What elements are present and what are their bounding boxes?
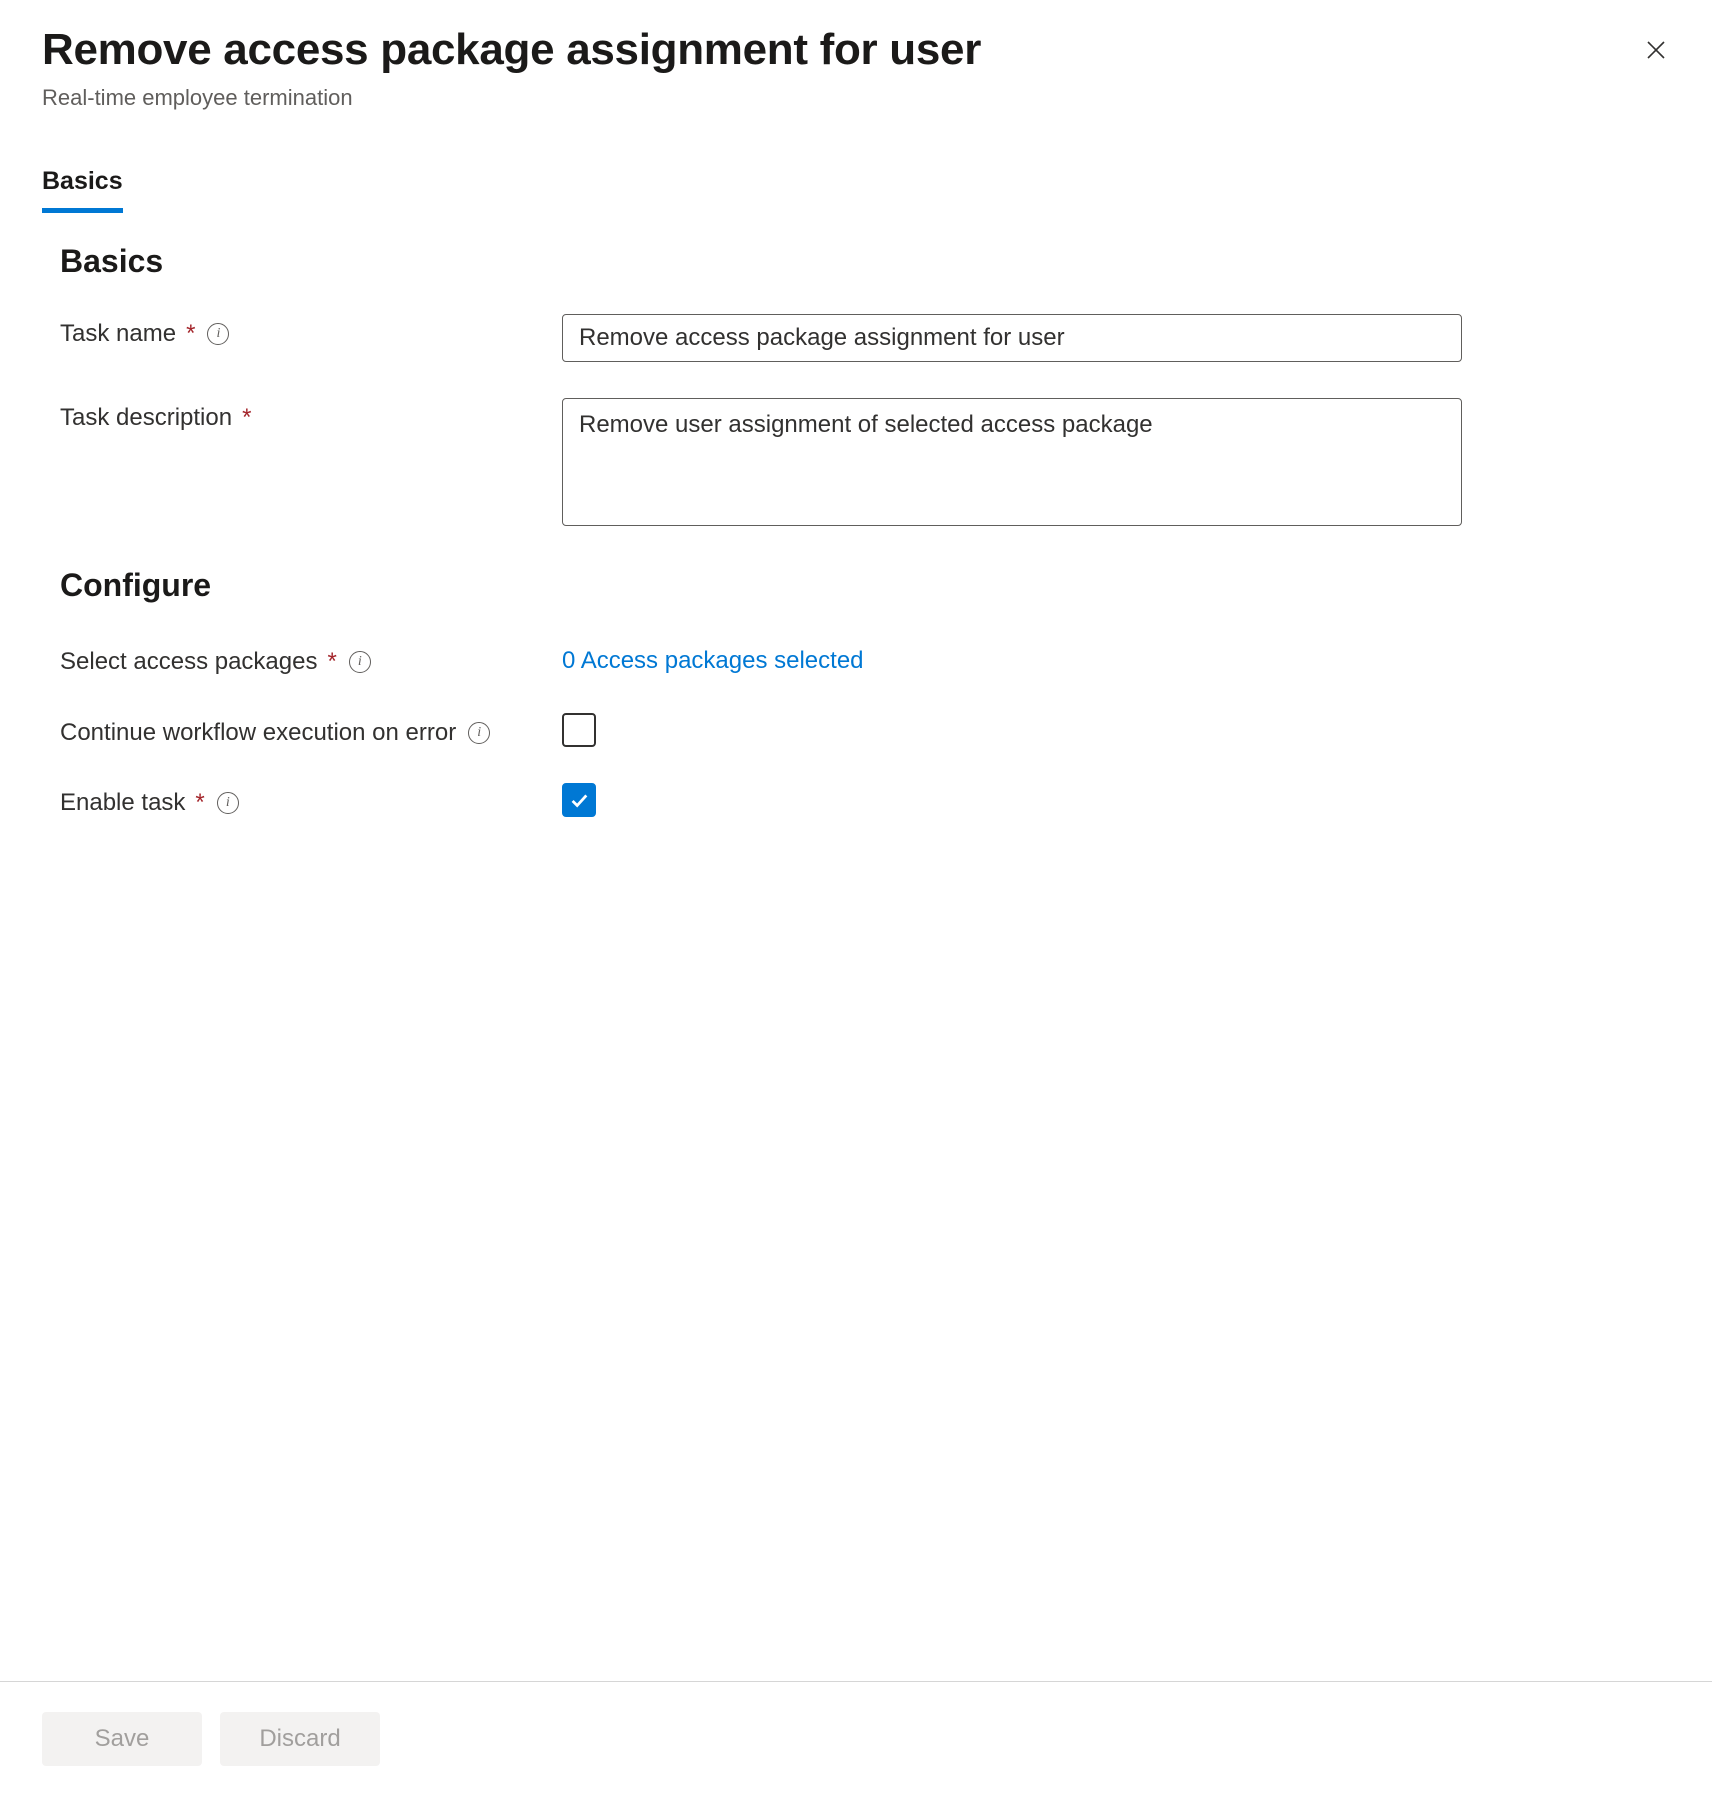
enable-task-label-text: Enable task	[60, 789, 185, 817]
enable-task-checkbox[interactable]	[562, 783, 596, 817]
task-description-label: Task description *	[60, 398, 562, 432]
select-access-packages-label-text: Select access packages	[60, 648, 317, 676]
info-icon[interactable]: i	[468, 722, 490, 744]
continue-on-error-control	[562, 713, 1462, 747]
field-row-select-access-packages: Select access packages * i 0 Access pack…	[60, 642, 1670, 678]
panel-header: Remove access package assignment for use…	[42, 24, 1670, 111]
task-name-input[interactable]	[562, 314, 1462, 362]
field-row-task-name: Task name * i	[60, 314, 1670, 362]
task-panel: Remove access package assignment for use…	[0, 0, 1712, 1808]
required-mark: *	[186, 320, 195, 348]
tab-basics[interactable]: Basics	[42, 167, 123, 213]
task-description-control: Remove user assignment of selected acces…	[562, 398, 1462, 531]
section-heading-basics: Basics	[60, 243, 1670, 280]
continue-on-error-label: Continue workflow execution on error i	[60, 713, 562, 747]
required-mark: *	[195, 789, 204, 817]
required-mark: *	[242, 404, 251, 432]
task-name-label: Task name * i	[60, 314, 562, 348]
field-row-task-description: Task description * Remove user assignmen…	[60, 398, 1670, 531]
save-button[interactable]: Save	[42, 1712, 202, 1766]
page-subtitle: Real-time employee termination	[42, 85, 981, 111]
task-description-label-text: Task description	[60, 404, 232, 432]
form-content: Basics Task name * i Task description * …	[42, 213, 1670, 1808]
page-title: Remove access package assignment for use…	[42, 24, 981, 77]
close-button[interactable]	[1636, 30, 1676, 70]
enable-task-control	[562, 783, 1462, 817]
tabs: Basics	[42, 167, 1670, 213]
select-access-packages-control: 0 Access packages selected	[562, 642, 1462, 678]
header-text-block: Remove access package assignment for use…	[42, 24, 981, 111]
continue-on-error-checkbox[interactable]	[562, 713, 596, 747]
task-name-control	[562, 314, 1462, 362]
info-icon[interactable]: i	[207, 323, 229, 345]
checkmark-icon	[568, 789, 590, 811]
info-icon[interactable]: i	[217, 792, 239, 814]
required-mark: *	[327, 648, 336, 676]
panel-footer: Save Discard	[0, 1681, 1712, 1808]
info-icon[interactable]: i	[349, 651, 371, 673]
task-name-label-text: Task name	[60, 320, 176, 348]
field-row-enable-task: Enable task * i	[60, 783, 1670, 817]
discard-button[interactable]: Discard	[220, 1712, 380, 1766]
close-icon	[1644, 38, 1668, 62]
enable-task-label: Enable task * i	[60, 783, 562, 817]
access-packages-selected-link[interactable]: 0 Access packages selected	[562, 642, 864, 678]
section-heading-configure: Configure	[60, 567, 1670, 604]
task-description-textarea[interactable]: Remove user assignment of selected acces…	[562, 398, 1462, 526]
field-row-continue-on-error: Continue workflow execution on error i	[60, 713, 1670, 747]
select-access-packages-label: Select access packages * i	[60, 642, 562, 676]
continue-on-error-label-text: Continue workflow execution on error	[60, 719, 456, 747]
